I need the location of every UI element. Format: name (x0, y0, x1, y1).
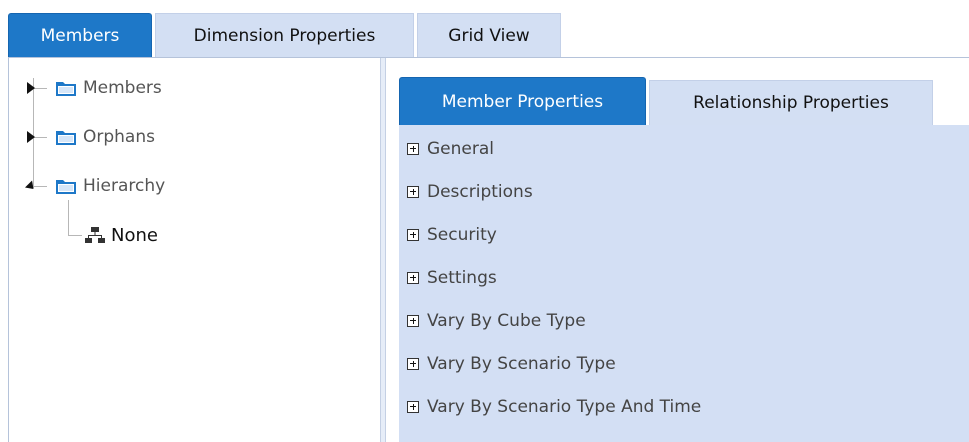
property-group-label: Vary By Scenario Type (427, 353, 616, 374)
expand-plus-icon[interactable] (407, 357, 419, 370)
tree-connector (68, 235, 82, 236)
tree-node-label: Hierarchy (83, 176, 166, 196)
tree-node-label: Members (83, 78, 162, 98)
property-group-vary-by-scenario-type[interactable]: Vary By Scenario Type (399, 342, 969, 385)
tree-node-label: Orphans (83, 127, 155, 147)
tree-node-members[interactable]: Members (25, 73, 162, 103)
tab-dimension-properties[interactable]: Dimension Properties (155, 13, 414, 57)
tab-members[interactable]: Members (8, 13, 152, 57)
tab-relationship-properties[interactable]: Relationship Properties (649, 80, 933, 125)
property-group-label: Settings (427, 267, 497, 288)
tree-node-none[interactable]: None (85, 220, 158, 250)
folder-icon (56, 180, 76, 194)
expand-plus-icon[interactable] (407, 228, 419, 241)
main-tab-strip: Members Dimension Properties Grid View (8, 13, 564, 57)
expand-plus-icon[interactable] (407, 185, 419, 198)
property-group-label: Vary By Scenario Type And Time (427, 396, 702, 417)
pane-splitter[interactable] (380, 58, 386, 442)
tree-node-orphans[interactable]: Orphans (25, 122, 155, 152)
property-group-general[interactable]: General (399, 127, 969, 170)
members-frame: Members Orphans Hierarchy None Member Pr… (8, 57, 969, 442)
hierarchy-icon (85, 227, 105, 243)
expand-icon[interactable] (25, 131, 37, 143)
tab-grid-view[interactable]: Grid View (417, 13, 561, 57)
property-group-label: Security (427, 224, 497, 245)
collapse-icon[interactable] (24, 179, 38, 193)
tree-node-hierarchy[interactable]: Hierarchy (24, 171, 166, 201)
property-group-label: Vary By Cube Type (427, 310, 586, 331)
tree-node-label: None (111, 224, 158, 246)
expand-plus-icon[interactable] (407, 314, 419, 327)
tab-member-properties[interactable]: Member Properties (399, 77, 646, 125)
expand-plus-icon[interactable] (407, 271, 419, 284)
expand-plus-icon[interactable] (407, 142, 419, 155)
property-group-vary-by-scenario-type-and-time[interactable]: Vary By Scenario Type And Time (399, 385, 969, 428)
folder-icon (56, 131, 76, 145)
properties-pane: Member Properties Relationship Propertie… (394, 77, 969, 442)
property-group-descriptions[interactable]: Descriptions (399, 170, 969, 213)
property-group-security[interactable]: Security (399, 213, 969, 256)
member-tree: Members Orphans Hierarchy None (9, 58, 380, 442)
property-group-label: Descriptions (427, 181, 533, 202)
property-group-label: General (427, 138, 494, 159)
expand-icon[interactable] (25, 82, 37, 94)
tree-connector (68, 200, 69, 235)
property-groups-panel: General Descriptions Security Settings V… (399, 125, 969, 442)
property-group-vary-by-cube-type[interactable]: Vary By Cube Type (399, 299, 969, 342)
expand-plus-icon[interactable] (407, 400, 419, 413)
properties-tab-strip: Member Properties Relationship Propertie… (399, 77, 933, 125)
property-group-settings[interactable]: Settings (399, 256, 969, 299)
folder-icon (56, 82, 76, 96)
